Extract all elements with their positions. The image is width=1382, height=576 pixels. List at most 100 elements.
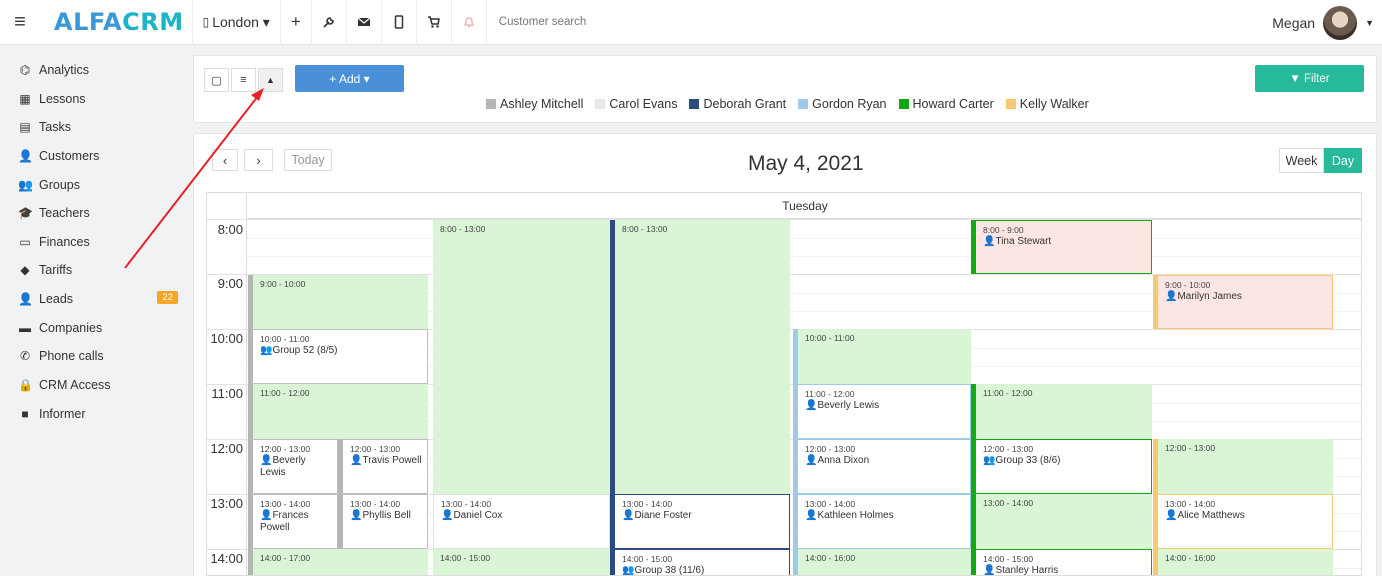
lesson-event[interactable]: 13:00 - 14:00 👤Frances Powell [248, 494, 338, 549]
cart-icon[interactable] [417, 0, 452, 45]
filter-button[interactable]: ▼ Filter [1255, 65, 1364, 92]
lesson-event[interactable]: 14:00 - 16:00 [793, 549, 971, 575]
hour-label: 10:00 [210, 331, 243, 346]
wrench-icon[interactable] [312, 0, 347, 45]
lesson-event[interactable]: 8:00 - 9:00 👤Tina Stewart [971, 220, 1152, 274]
lesson-event[interactable]: 10:00 - 11:00 [793, 329, 971, 384]
lesson-event[interactable]: 8:00 - 13:00 [433, 220, 610, 494]
lesson-event[interactable]: 14:00 - 15:00 👤Stanley Harris [971, 549, 1152, 576]
sidebar-item-groups[interactable]: 👥 Groups [18, 178, 178, 192]
lesson-event[interactable]: 13:00 - 14:00 [971, 494, 1152, 549]
sidebar-item-customers[interactable]: 👤 Customers [18, 149, 178, 163]
lesson-event[interactable]: 13:00 - 14:00 👤Alice Matthews [1153, 494, 1333, 549]
legend-item[interactable]: Kelly Walker [1005, 97, 1089, 111]
legend-item[interactable]: Gordon Ryan [798, 97, 887, 111]
lesson-event[interactable]: 11:00 - 12:00 [248, 384, 428, 439]
lesson-event[interactable]: 11:00 - 12:00 👤Beverly Lewis [793, 384, 971, 439]
hamburger-menu-icon[interactable]: ≡ [2, 11, 38, 34]
phone-icon: ✆ [19, 349, 31, 363]
sidebar-item-informer[interactable]: ■ Informer [18, 407, 178, 421]
sidebar-item-companies[interactable]: ▬ Companies [18, 321, 178, 335]
tag-icon: ◆ [20, 263, 30, 277]
envelope-icon[interactable] [347, 0, 382, 45]
sidebar-item-analytics[interactable]: ⌬ Analytics [18, 63, 178, 77]
teacher-view-button[interactable]: ▲ [258, 68, 283, 92]
calendar-grid: Tuesday 8:00 9:00 10:00 11:00 12:00 13:0… [206, 192, 1362, 576]
branch-selector[interactable]: ▯ London ▾ [191, 0, 281, 45]
user-icon: 👤 [1165, 509, 1178, 521]
lesson-event[interactable]: 11:00 - 12:00 [971, 384, 1152, 439]
legend-item[interactable]: Carol Evans [595, 97, 677, 111]
lesson-event[interactable]: 13:00 - 14:00 👤Phyllis Bell [338, 494, 428, 549]
lesson-event[interactable]: 14:00 - 16:00 [1153, 549, 1333, 575]
calendar-icon: ▦ [19, 92, 31, 106]
users-icon: 👥 [622, 564, 635, 576]
lesson-event[interactable]: 8:00 - 13:00 [610, 220, 790, 494]
legend-item[interactable]: Howard Carter [898, 97, 994, 111]
prev-button[interactable]: ‹ [212, 149, 238, 171]
hour-label: 12:00 [210, 441, 243, 456]
lesson-event[interactable]: 12:00 - 13:00 👤Travis Powell [338, 439, 428, 494]
customer-search-input[interactable]: Customer search [499, 16, 587, 28]
user-icon: 👤 [805, 454, 818, 466]
user-icon: 👤 [805, 399, 818, 411]
bell-icon[interactable] [452, 0, 487, 45]
users-icon: 👥 [18, 178, 33, 192]
building-icon: ▯ [202, 15, 210, 29]
graduation-cap-icon: 🎓 [18, 206, 33, 220]
user-menu[interactable]: Megan ▼ [1272, 0, 1374, 45]
lesson-event[interactable]: 13:00 - 14:00 👤Daniel Cox [433, 494, 610, 549]
user-icon: 👤 [260, 454, 273, 466]
lesson-event[interactable]: 12:00 - 13:00 👥Group 33 (8/6) [971, 439, 1152, 494]
users-icon: 👥 [260, 344, 273, 356]
top-bar: ≡ ALFACRM ▯ London ▾ + Customer search M… [0, 0, 1382, 45]
sidebar-item-phone-calls[interactable]: ✆ Phone calls [18, 349, 178, 363]
today-button[interactable]: Today [284, 149, 332, 171]
lock-icon: 🔒 [18, 378, 33, 392]
lesson-event[interactable]: 10:00 - 11:00 👥Group 52 (8/5) [248, 329, 428, 384]
legend-item[interactable]: Ashley Mitchell [486, 97, 583, 111]
logo[interactable]: ALFACRM [54, 8, 184, 36]
add-button[interactable]: + Add ▾ [295, 65, 404, 92]
user-icon: 👤 [622, 509, 635, 521]
user-plus-icon: 👤 [18, 292, 33, 306]
sidebar-item-leads[interactable]: 👤 Leads 22 [18, 291, 178, 306]
add-plus-icon[interactable]: + [281, 0, 312, 45]
user-name: Megan [1272, 14, 1316, 31]
sidebar-item-teachers[interactable]: 🎓 Teachers [18, 206, 178, 220]
calendar-view-button[interactable]: ▢ [204, 68, 229, 92]
lesson-event[interactable]: 12:00 - 13:00 [1153, 439, 1333, 494]
caret-down-icon: ▼ [1365, 17, 1374, 28]
lesson-event[interactable]: 9:00 - 10:00 [248, 275, 428, 329]
day-view-button[interactable]: Day [1324, 148, 1362, 173]
legend-swatch [1005, 99, 1016, 109]
lesson-event[interactable]: 13:00 - 14:00 👤Diane Foster [610, 494, 790, 549]
list-view-button[interactable]: ≡ [231, 68, 256, 92]
sidebar-item-lessons[interactable]: ▦ Lessons [18, 92, 178, 106]
legend-swatch [689, 99, 700, 109]
week-view-button[interactable]: Week [1279, 148, 1324, 173]
hour-label: 11:00 [211, 386, 243, 401]
sidebar-item-tariffs[interactable]: ◆ Tariffs [18, 263, 178, 277]
users-icon: 👥 [983, 454, 996, 466]
lesson-event[interactable]: 14:00 - 15:00 [433, 549, 610, 575]
mobile-icon[interactable] [382, 0, 417, 45]
lesson-event[interactable]: 12:00 - 13:00 👤Beverly Lewis [248, 439, 338, 494]
user-icon: 👤 [441, 509, 454, 521]
lesson-event[interactable]: 13:00 - 14:00 👤Kathleen Holmes [793, 494, 971, 549]
lesson-event[interactable]: 14:00 - 17:00 [248, 549, 428, 575]
next-button[interactable]: › [244, 149, 273, 171]
lesson-event[interactable]: 14:00 - 15:00 👥Group 38 (11/6) [610, 549, 790, 576]
lesson-event[interactable]: 12:00 - 13:00 👤Anna Dixon [793, 439, 971, 494]
sidebar-item-crm-access[interactable]: 🔒 CRM Access [18, 378, 178, 392]
user-icon: 👤 [350, 454, 363, 466]
lesson-event[interactable]: 9:00 - 10:00 👤Marilyn James [1153, 275, 1333, 329]
list-icon: ≡ [240, 74, 247, 86]
user-icon: 👤 [983, 564, 996, 576]
branch-label: London ▾ [212, 13, 270, 30]
sidebar-item-tasks[interactable]: ▤ Tasks [18, 120, 178, 134]
sidebar-item-finances[interactable]: ▭ Finances [18, 235, 178, 249]
legend-item[interactable]: Deborah Grant [689, 97, 786, 111]
user-icon: 👤 [260, 509, 273, 521]
informer-icon: ■ [21, 407, 29, 421]
